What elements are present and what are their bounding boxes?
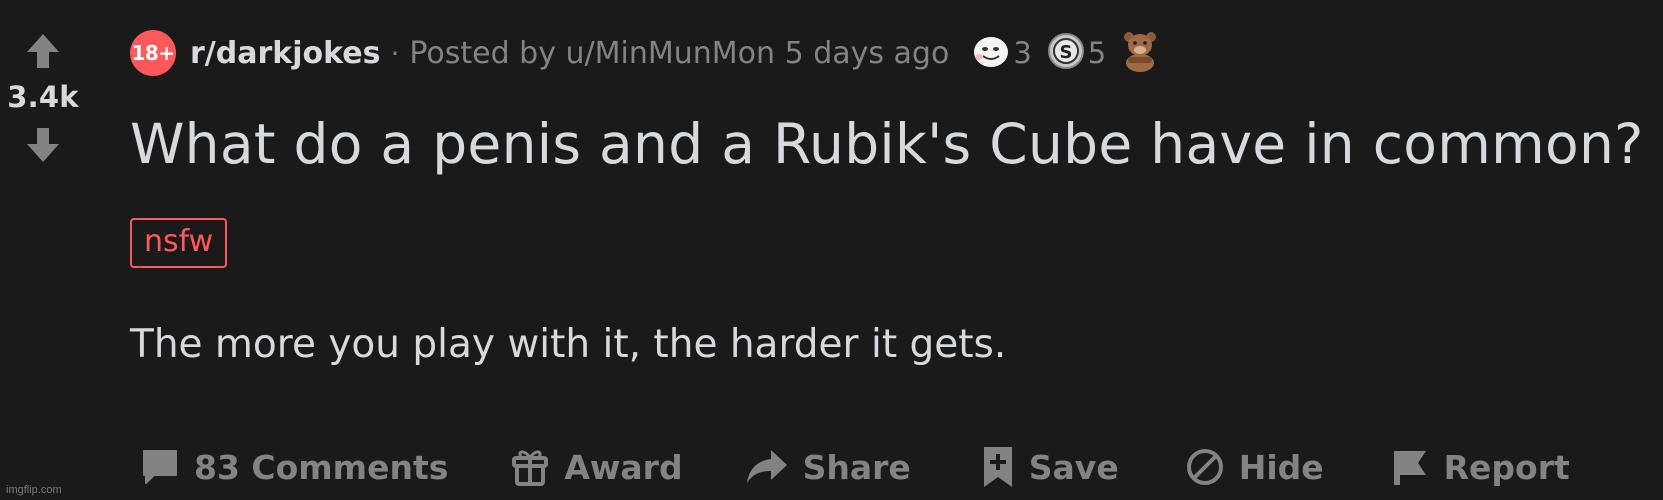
svg-text:S: S [1059, 42, 1072, 63]
share-icon [745, 448, 789, 486]
award-item[interactable]: 3 [971, 31, 1032, 75]
awards-list[interactable]: 3 S 5 [971, 29, 1174, 77]
share-label: Share [802, 447, 911, 487]
vote-column: 3.4k [0, 28, 86, 168]
upvote-arrow-icon[interactable] [20, 28, 66, 74]
comments-label: 83 Comments [194, 447, 449, 487]
separator-dot: · [390, 36, 400, 70]
bear-award-icon [1120, 29, 1160, 77]
award-label: Award [564, 447, 683, 487]
flag-icon [1390, 447, 1430, 487]
vote-score: 3.4k [7, 80, 79, 114]
award-count: 5 [1087, 36, 1107, 70]
save-button[interactable]: Save [981, 444, 1119, 490]
post-title[interactable]: What do a penis and a Rubik's Cube have … [130, 112, 1644, 176]
silver-award-icon: S [1046, 31, 1086, 75]
subreddit-icon-label: 18+ [131, 41, 175, 65]
subreddit-link[interactable]: r/darkjokes [190, 36, 380, 71]
report-button[interactable]: Report [1390, 447, 1570, 487]
gift-icon [510, 446, 550, 488]
posted-by-info: Posted by u/MinMunMon 5 days ago [409, 35, 950, 71]
comments-button[interactable]: 83 Comments [140, 447, 448, 487]
nsfw-flair: nsfw [130, 218, 228, 268]
wholesome-award-icon [971, 31, 1011, 75]
bookmark-plus-icon [981, 444, 1015, 490]
post-body: The more you play with it, the harder it… [130, 322, 1007, 367]
comment-icon [140, 447, 180, 487]
report-label: Report [1443, 447, 1570, 487]
hide-label: Hide [1238, 447, 1324, 487]
hide-icon [1185, 447, 1225, 487]
downvote-arrow-icon[interactable] [20, 122, 66, 168]
subreddit-icon[interactable]: 18+ [130, 30, 176, 76]
save-label: Save [1028, 447, 1119, 487]
award-item[interactable] [1120, 29, 1160, 77]
watermark: imgflip.com [6, 484, 62, 496]
share-button[interactable]: Share [745, 448, 911, 487]
award-count: 3 [1013, 36, 1032, 70]
award-item[interactable]: S 5 [1046, 31, 1106, 75]
post-actions-bar: 83 Comments Award Share Save Hide Report [140, 442, 1570, 492]
hide-button[interactable]: Hide [1185, 447, 1324, 487]
post-header: 18+ r/darkjokes · Posted by u/MinMunMon … [130, 28, 1174, 78]
award-button[interactable]: Award [510, 446, 683, 488]
